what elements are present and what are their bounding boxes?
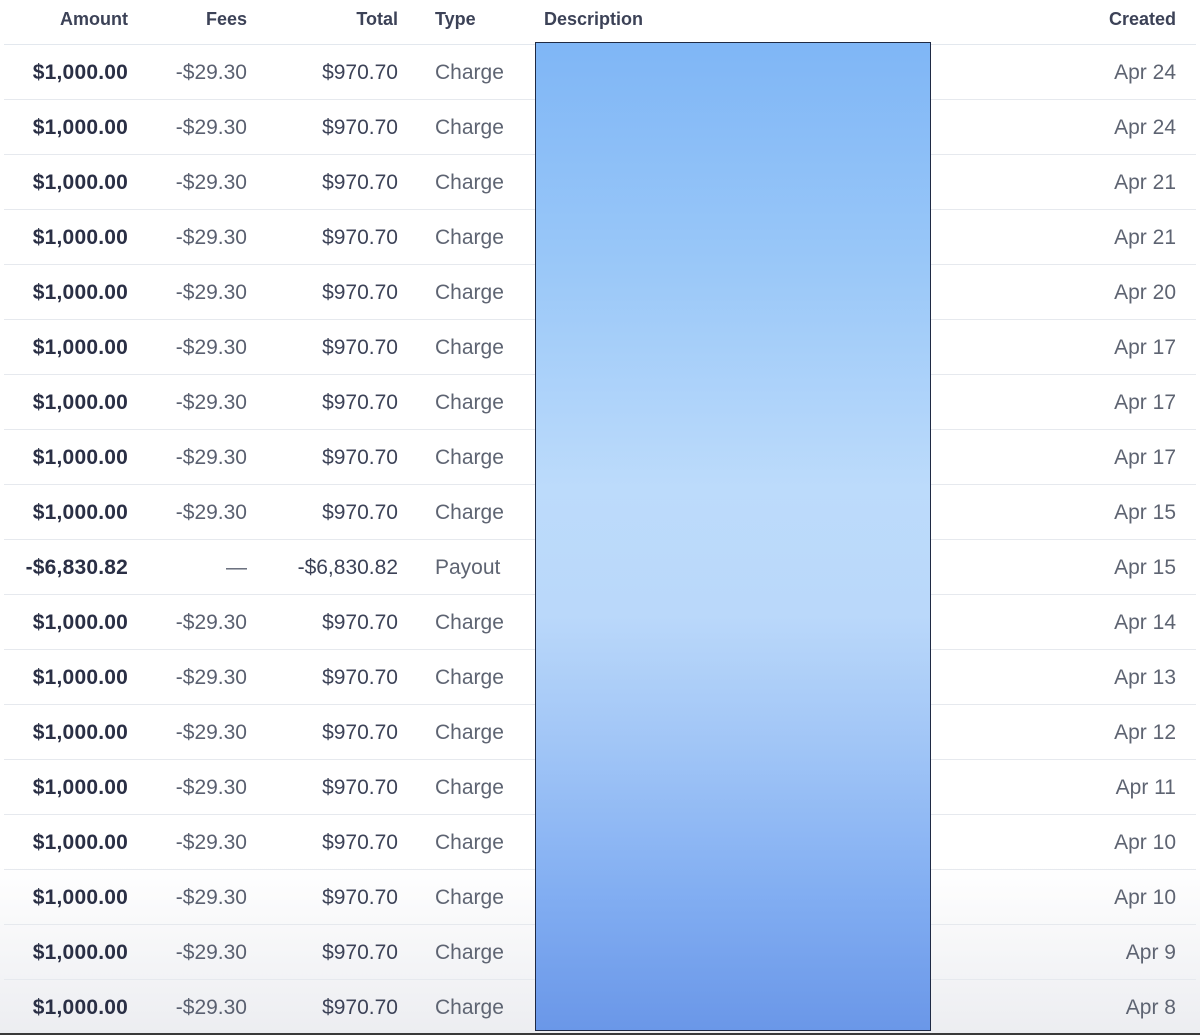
row-created: Apr 21 <box>1114 226 1176 249</box>
row-amount: $1,000.00 <box>32 336 128 359</box>
row-amount: $1,000.00 <box>32 886 128 909</box>
row-fees: -$29.30 <box>175 336 247 359</box>
column-header-amount[interactable]: Amount <box>60 0 128 38</box>
row-total: $970.70 <box>322 281 398 304</box>
row-fees: -$29.30 <box>175 831 247 854</box>
row-total: $970.70 <box>322 171 398 194</box>
column-header-type[interactable]: Type <box>435 0 476 38</box>
row-type: Charge <box>435 336 504 359</box>
row-total: $970.70 <box>322 391 398 414</box>
row-fees: -$29.30 <box>175 666 247 689</box>
row-amount: $1,000.00 <box>32 721 128 744</box>
row-amount: $1,000.00 <box>32 666 128 689</box>
row-total: $970.70 <box>322 721 398 744</box>
table-header: Amount Fees Total Type Description Creat… <box>4 0 1196 45</box>
row-fees: -$29.30 <box>175 611 247 634</box>
row-amount: $1,000.00 <box>32 611 128 634</box>
row-type: Charge <box>435 886 504 909</box>
row-type: Charge <box>435 831 504 854</box>
row-total: $970.70 <box>322 226 398 249</box>
row-fees: -$29.30 <box>175 501 247 524</box>
row-total: $970.70 <box>322 446 398 469</box>
row-type: Charge <box>435 61 504 84</box>
row-amount: $1,000.00 <box>32 61 128 84</box>
row-amount: $1,000.00 <box>32 501 128 524</box>
row-type: Charge <box>435 611 504 634</box>
row-fees: -$29.30 <box>175 776 247 799</box>
row-type: Charge <box>435 941 504 964</box>
row-created: Apr 17 <box>1114 391 1176 414</box>
row-fees: -$29.30 <box>175 446 247 469</box>
row-type: Charge <box>435 776 504 799</box>
row-created: Apr 11 <box>1115 776 1176 799</box>
row-created: Apr 8 <box>1125 996 1176 1019</box>
row-created: Apr 14 <box>1114 611 1176 634</box>
row-fees: -$29.30 <box>175 281 247 304</box>
row-total: $970.70 <box>322 941 398 964</box>
row-type: Charge <box>435 391 504 414</box>
row-created: Apr 17 <box>1114 336 1176 359</box>
description-redaction <box>535 42 931 1031</box>
row-type: Charge <box>435 666 504 689</box>
row-fees: -$29.30 <box>175 886 247 909</box>
column-header-created[interactable]: Created <box>1109 0 1176 38</box>
row-amount: $1,000.00 <box>32 446 128 469</box>
row-total: $970.70 <box>322 996 398 1019</box>
row-total: $970.70 <box>322 611 398 634</box>
column-header-description[interactable]: Description <box>544 0 643 38</box>
row-fees: -$29.30 <box>175 61 247 84</box>
row-created: Apr 24 <box>1114 116 1176 139</box>
row-amount: $1,000.00 <box>32 831 128 854</box>
row-created: Apr 9 <box>1125 941 1176 964</box>
row-amount: $1,000.00 <box>32 281 128 304</box>
row-total: $970.70 <box>322 886 398 909</box>
row-type: Charge <box>435 996 504 1019</box>
row-total: $970.70 <box>322 666 398 689</box>
row-created: Apr 10 <box>1114 831 1176 854</box>
row-created: Apr 15 <box>1114 501 1176 524</box>
row-type: Charge <box>435 226 504 249</box>
row-fees: -$29.30 <box>175 391 247 414</box>
row-type: Charge <box>435 721 504 744</box>
row-created: Apr 13 <box>1114 666 1176 689</box>
row-type: Charge <box>435 281 504 304</box>
row-created: Apr 10 <box>1114 886 1176 909</box>
row-amount: $1,000.00 <box>32 996 128 1019</box>
row-amount: $1,000.00 <box>32 226 128 249</box>
row-created: Apr 20 <box>1114 281 1176 304</box>
row-amount: -$6,830.82 <box>25 556 128 579</box>
column-header-fees[interactable]: Fees <box>206 0 247 38</box>
row-type: Charge <box>435 116 504 139</box>
row-amount: $1,000.00 <box>32 391 128 414</box>
row-created: Apr 21 <box>1114 171 1176 194</box>
row-total: $970.70 <box>322 501 398 524</box>
column-header-total[interactable]: Total <box>356 0 398 38</box>
row-total: $970.70 <box>322 336 398 359</box>
row-created: Apr 12 <box>1114 721 1176 744</box>
row-total: -$6,830.82 <box>297 556 398 579</box>
row-total: $970.70 <box>322 116 398 139</box>
row-fees: -$29.30 <box>175 171 247 194</box>
row-total: $970.70 <box>322 831 398 854</box>
row-fees: -$29.30 <box>175 721 247 744</box>
row-type: Charge <box>435 171 504 194</box>
row-amount: $1,000.00 <box>32 941 128 964</box>
row-fees: — <box>226 556 247 579</box>
row-created: Apr 15 <box>1114 556 1176 579</box>
row-type: Charge <box>435 501 504 524</box>
row-created: Apr 17 <box>1114 446 1176 469</box>
row-type: Payout <box>435 556 501 579</box>
row-fees: -$29.30 <box>175 941 247 964</box>
row-fees: -$29.30 <box>175 116 247 139</box>
row-total: $970.70 <box>322 776 398 799</box>
row-amount: $1,000.00 <box>32 116 128 139</box>
row-created: Apr 24 <box>1114 61 1176 84</box>
row-fees: -$29.30 <box>175 996 247 1019</box>
row-amount: $1,000.00 <box>32 776 128 799</box>
row-amount: $1,000.00 <box>32 171 128 194</box>
row-fees: -$29.30 <box>175 226 247 249</box>
row-type: Charge <box>435 446 504 469</box>
row-total: $970.70 <box>322 61 398 84</box>
